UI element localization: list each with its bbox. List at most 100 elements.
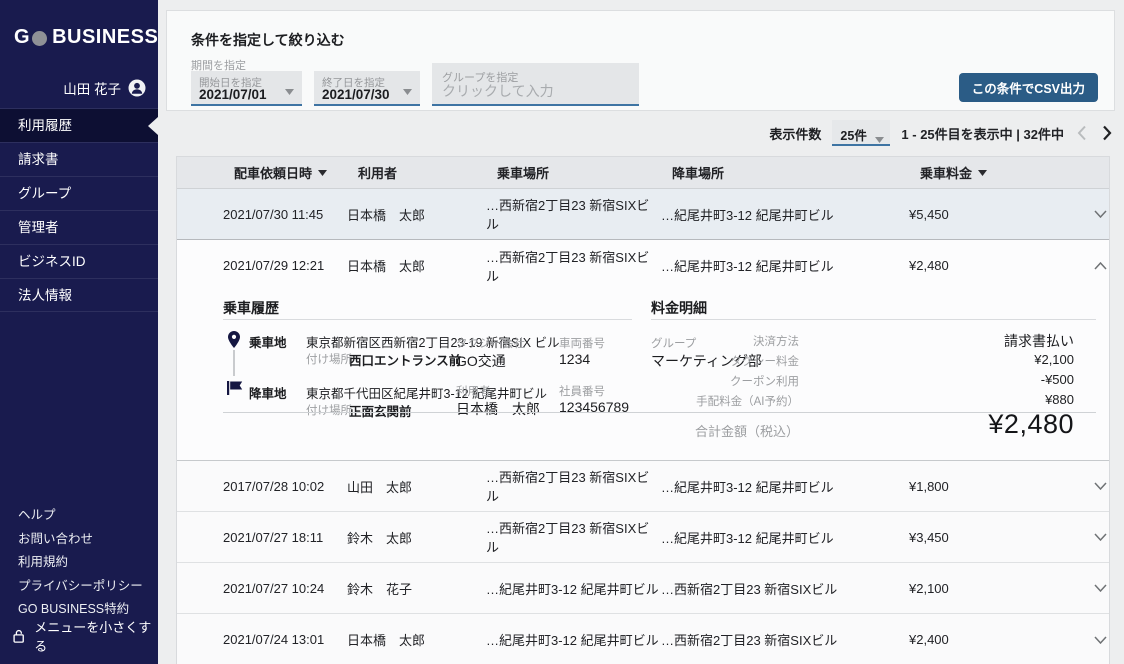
- cell-fare: ¥2,400: [909, 632, 1094, 647]
- sidebar: GBUSINESS 山田 花子 利用履歴 請求書 グループ 管理者 ビジネスID…: [0, 0, 158, 664]
- page-size-select[interactable]: 25件: [832, 120, 890, 146]
- sidebar-item-riyourireki[interactable]: 利用履歴: [0, 108, 158, 142]
- next-page-button[interactable]: [1100, 123, 1114, 143]
- sidebar-item-seikyusho[interactable]: 請求書: [0, 142, 158, 176]
- sidebar-item-label: 請求書: [18, 152, 59, 167]
- cell-dropoff: …紀尾井町3-12 紀尾井町ビル: [661, 205, 909, 224]
- ride-detail-panel: 乗車履歴 乗車地 東京都新宿区西新宿2丁目23-19 新宿SIX ビル 付け場所…: [177, 291, 1109, 461]
- cell-fare: ¥3,450: [909, 530, 1094, 545]
- start-date-select[interactable]: 開始日を指定 2021/07/01: [191, 71, 302, 106]
- cell-user: 日本橋 太郎: [347, 256, 486, 275]
- header-user: 利用者: [347, 163, 486, 182]
- payment-method-label: 決済方法: [649, 333, 799, 349]
- page-size-label: 表示件数: [769, 124, 821, 143]
- table-row-expanded[interactable]: 2021/07/29 12:21 日本橋 太郎 …西新宿2丁目23 新宿SIXビ…: [177, 240, 1109, 291]
- row-collapse-chevron[interactable]: [1094, 262, 1123, 270]
- logo-o-icon: [32, 31, 47, 46]
- cell-datetime: 2021/07/27 18:11: [223, 530, 347, 545]
- sidebar-item-label: 管理者: [18, 220, 59, 235]
- pagination-bar: 表示件数 25件 1 - 25件目を表示中 | 32件中: [769, 119, 1114, 147]
- pagination-range-text: 1 - 25件目を表示中 | 32件中: [901, 124, 1064, 143]
- cell-dropoff: …西新宿2丁目23 新宿SIXビル: [661, 579, 909, 598]
- cell-user: 鈴木 太郎: [347, 528, 486, 547]
- cell-dropoff: …紀尾井町3-12 紀尾井町ビル: [661, 256, 909, 275]
- divider: [651, 319, 1096, 320]
- taxi-fare-value: ¥2,100: [964, 352, 1074, 367]
- cell-user: 日本橋 太郎: [347, 630, 486, 649]
- fee-detail-title: 料金明細: [651, 298, 707, 318]
- prev-page-button[interactable]: [1075, 123, 1089, 143]
- dropoff-spot-value: 正面玄関前: [349, 401, 412, 420]
- coupon-value: -¥500: [964, 372, 1074, 387]
- sidebar-item-houjin-jouhou[interactable]: 法人情報: [0, 278, 158, 312]
- dropoff-stop-label: 降車地: [249, 383, 287, 402]
- employee-number-label: 社員番号: [559, 383, 605, 399]
- sort-desc-icon: [978, 170, 987, 176]
- cell-pickup: …紀尾井町3-12 紀尾井町ビル: [486, 579, 661, 598]
- link-contact[interactable]: お問い合わせ: [18, 528, 143, 552]
- taxi-fare-label: タクシー料金: [649, 353, 799, 369]
- cell-user: 山田 太郎: [347, 477, 486, 496]
- row-expand-chevron[interactable]: [1094, 636, 1123, 644]
- link-privacy-policy[interactable]: プライバシーポリシー: [18, 575, 143, 599]
- ride-history-title: 乗車履歴: [223, 298, 279, 318]
- cell-datetime: 2021/07/27 10:24: [223, 581, 347, 596]
- end-date-select[interactable]: 終了日を指定 2021/07/30: [314, 71, 420, 106]
- cell-user: 鈴木 花子: [347, 579, 486, 598]
- chevron-right-icon: [1102, 125, 1112, 141]
- group-input[interactable]: [442, 83, 627, 99]
- end-date-value: 2021/07/30: [322, 87, 390, 102]
- payment-method-value: 請求書払い: [964, 331, 1074, 351]
- total-value: ¥2,480: [988, 409, 1074, 440]
- sidebar-menu: 利用履歴 請求書 グループ 管理者 ビジネスID 法人情報: [0, 108, 158, 312]
- table-row[interactable]: 2021/07/30 11:45 日本橋 太郎 …西新宿2丁目23 新宿SIXビ…: [177, 189, 1109, 240]
- row-expand-chevron[interactable]: [1094, 210, 1123, 218]
- total-divider: [223, 412, 1096, 413]
- row-expand-chevron[interactable]: [1094, 533, 1123, 541]
- pickup-spot-value: 西口エントランス前: [349, 350, 461, 369]
- logo-g: G: [14, 26, 30, 49]
- sidebar-item-group[interactable]: グループ: [0, 176, 158, 210]
- group-filter-field[interactable]: グループを指定: [432, 63, 639, 106]
- cell-pickup: …紀尾井町3-12 紀尾井町ビル: [486, 630, 661, 649]
- chevron-up-icon: [1094, 262, 1107, 270]
- table-row[interactable]: 2017/07/28 10:02 山田 太郎 …西新宿2丁目23 新宿SIXビル…: [177, 461, 1109, 512]
- sidebar-item-label: ビジネスID: [18, 254, 86, 269]
- table-header-row: 配車依頼日時 利用者 乗車場所 降車場所 乗車料金: [177, 157, 1109, 189]
- active-notch-icon: [148, 117, 158, 135]
- link-terms[interactable]: 利用規約: [18, 551, 143, 575]
- cell-pickup: …西新宿2丁目23 新宿SIXビル: [486, 247, 661, 285]
- header-pickup: 乗車場所: [486, 163, 661, 182]
- header-label: 利用者: [358, 163, 397, 182]
- route-connector-line: [233, 350, 235, 376]
- header-datetime[interactable]: 配車依頼日時: [223, 163, 347, 182]
- sidebar-item-label: グループ: [18, 186, 71, 201]
- row-expand-chevron[interactable]: [1094, 584, 1123, 592]
- sidebar-item-business-id[interactable]: ビジネスID: [0, 244, 158, 278]
- app: { "theme": { "sidebar_navy": "#191b4e", …: [0, 0, 1124, 664]
- row-expand-chevron[interactable]: [1094, 482, 1123, 490]
- header-label: 降車場所: [672, 163, 724, 182]
- table-row[interactable]: 2021/07/24 13:01 日本橋 太郎 …紀尾井町3-12 紀尾井町ビル…: [177, 614, 1109, 664]
- csv-export-button[interactable]: この条件でCSV出力: [959, 73, 1098, 102]
- cell-dropoff: …紀尾井町3-12 紀尾井町ビル: [661, 528, 909, 547]
- booking-fee-value: ¥880: [964, 392, 1074, 407]
- link-help[interactable]: ヘルプ: [18, 504, 143, 528]
- cell-pickup: …西新宿2丁目23 新宿SIXビル: [486, 195, 661, 233]
- table-row[interactable]: 2021/07/27 18:11 鈴木 太郎 …西新宿2丁目23 新宿SIXビル…: [177, 512, 1109, 563]
- cell-user: 日本橋 太郎: [347, 205, 486, 224]
- cell-datetime: 2021/07/24 13:01: [223, 632, 347, 647]
- booking-fee-label: 手配料金（AI予約）: [649, 393, 799, 409]
- sidebar-item-kanrisha[interactable]: 管理者: [0, 210, 158, 244]
- header-fare[interactable]: 乗車料金: [909, 163, 1094, 182]
- user-account[interactable]: 山田 花子: [63, 78, 146, 98]
- cell-pickup: …西新宿2丁目23 新宿SIXビル: [486, 467, 661, 505]
- taxi-company-value: GO交通: [456, 351, 506, 371]
- table-row[interactable]: 2021/07/27 10:24 鈴木 花子 …紀尾井町3-12 紀尾井町ビル …: [177, 563, 1109, 614]
- pickup-spot-label: 付け場所: [306, 351, 352, 367]
- total-label: 合計金額（税込）: [695, 421, 799, 440]
- page-size-value: 25件: [840, 125, 866, 144]
- chevron-down-icon: [285, 82, 294, 100]
- collapse-menu-button[interactable]: メニューを小さくする: [12, 617, 158, 655]
- cell-fare: ¥1,800: [909, 479, 1094, 494]
